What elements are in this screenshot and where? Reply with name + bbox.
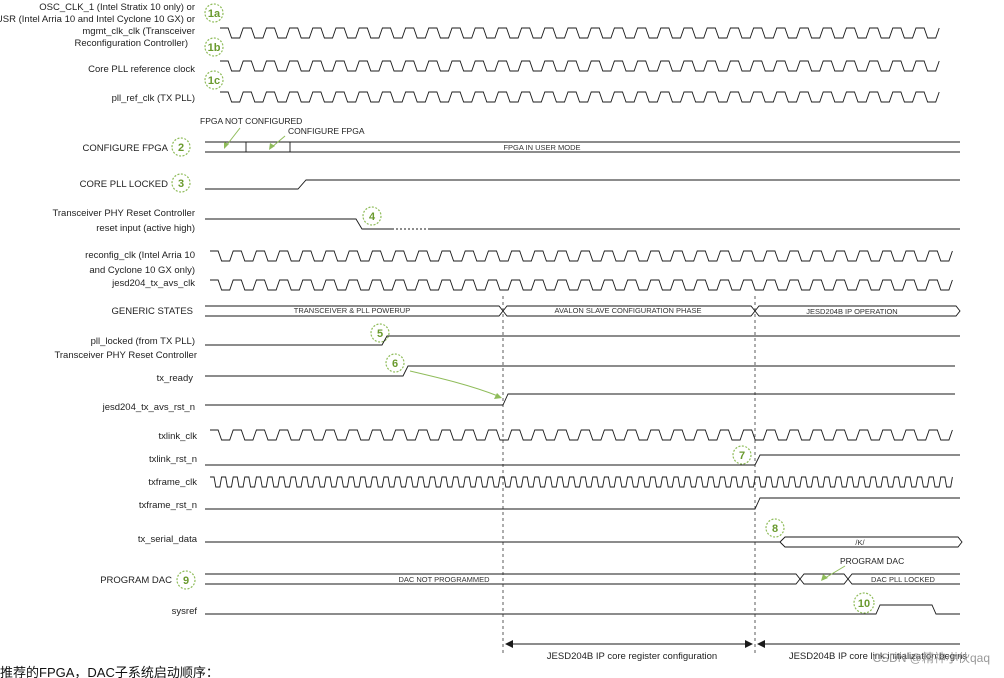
signal-label-txlink-rst-n: txlink_rst_n xyxy=(149,454,197,465)
phase-label-register-config: JESD204B IP core register configuration xyxy=(547,651,717,662)
arrowhead-configure xyxy=(269,143,275,150)
clock-trace xyxy=(210,429,953,441)
clock-trace xyxy=(210,279,953,291)
tx-avs-rst-n-waveform xyxy=(205,393,955,406)
signal-label-txframe-rst-n: txframe_rst_n xyxy=(139,500,197,511)
footer-caption: 推荐的FPGA，DAC子系统启动顺序： xyxy=(0,665,219,678)
timing-diagram-svg: OSC_CLK_1 (Intel Stratix 10 only) or CLK… xyxy=(0,2,990,678)
svg-text:4: 4 xyxy=(369,211,376,223)
core-pll-locked-waveform xyxy=(205,179,960,190)
phy-reset-waveform xyxy=(205,218,392,230)
step-badge-7: 7 xyxy=(732,445,752,465)
tx-avs-clk-waveform xyxy=(210,279,953,291)
phase-arrow-register-config xyxy=(505,640,753,648)
svg-text:1c: 1c xyxy=(208,75,220,87)
step-badge-1a: 1a xyxy=(204,3,224,23)
txlink-clk-waveform xyxy=(210,429,953,441)
signal-label-tx-avs-rst-n: jesd204_tx_avs_rst_n xyxy=(102,402,195,413)
step-badge-5: 5 xyxy=(370,323,390,343)
signal-label-core-pll-locked: CORE PLL LOCKED xyxy=(80,179,168,190)
arrow-step-6 xyxy=(409,370,499,397)
svg-text:1b: 1b xyxy=(208,42,221,54)
svg-text:1a: 1a xyxy=(208,8,221,20)
clock-trace xyxy=(220,27,940,39)
program-dac-bus xyxy=(205,573,960,585)
signal-label-tx-ready: tx_ready xyxy=(157,373,194,384)
state-avalon-config: AVALON SLAVE CONFIGURATION PHASE xyxy=(555,306,702,315)
state-dac-pll-locked: DAC PLL LOCKED xyxy=(871,575,935,584)
signal-label-configure-fpga: CONFIGURE FPGA xyxy=(82,143,168,154)
pll-ref-clk-waveform xyxy=(220,91,940,103)
svg-text:8: 8 xyxy=(772,523,778,535)
step-badge-1b: 1b xyxy=(204,37,224,57)
watermark: CSDN @精神小伙qaq xyxy=(872,651,990,665)
signal-label-pll-locked: pll_locked (from TX PLL) xyxy=(91,336,195,347)
arrow-program-dac xyxy=(824,565,846,579)
state-configure-fpga: CONFIGURE FPGA xyxy=(288,126,365,136)
signal-label-reconfig-1: reconfig_clk (Intel Arria 10 xyxy=(85,250,195,261)
signal-label-phy-reset-1: Transceiver PHY Reset Controller xyxy=(52,208,195,219)
signal-label-txlink-clk: txlink_clk xyxy=(158,431,197,442)
clock-trace xyxy=(210,476,953,488)
signal-label-tx-serial-data: tx_serial_data xyxy=(138,534,198,545)
svg-text:2: 2 xyxy=(178,142,184,154)
step-badge-10: 10 xyxy=(853,592,875,614)
signal-label-osc-4: Reconfiguration Controller) xyxy=(74,38,188,49)
clock-trace xyxy=(210,250,953,262)
tx-ready-waveform xyxy=(205,365,955,377)
step-badge-4: 4 xyxy=(362,206,382,226)
state-powerup: TRANSCEIVER & PLL POWERUP xyxy=(294,306,410,315)
step-badge-1c: 1c xyxy=(204,70,224,90)
txframe-rst-n-waveform xyxy=(205,497,960,510)
signal-label-generic-states: GENERIC STATES xyxy=(112,306,193,317)
svg-text:10: 10 xyxy=(858,598,870,610)
svg-text:3: 3 xyxy=(178,178,184,190)
phase-arrow-link-init xyxy=(757,640,960,648)
svg-text:6: 6 xyxy=(392,358,398,370)
step-badge-2: 2 xyxy=(171,137,191,157)
signal-label-sysref: sysref xyxy=(172,606,198,617)
txlink-rst-n-waveform xyxy=(205,454,960,466)
reconfig-clk-waveform xyxy=(210,250,953,262)
clock-trace xyxy=(220,60,940,72)
signal-label-phy-reset-2: reset input (active high) xyxy=(96,223,195,234)
arrow-not-configured xyxy=(225,127,241,147)
state-fpga-not-configured: FPGA NOT CONFIGURED xyxy=(200,116,302,126)
step-badge-9: 9 xyxy=(176,570,196,590)
signal-label-program-dac: PROGRAM DAC xyxy=(100,575,172,586)
step-badge-3: 3 xyxy=(171,173,191,193)
pll-locked-waveform xyxy=(205,335,960,346)
signal-label-osc-2: CLKUSR (Intel Arria 10 and Intel Cyclone… xyxy=(0,14,195,25)
arrowhead-step-6 xyxy=(494,393,502,399)
osc-clk-waveform xyxy=(220,27,940,39)
state-jesd-operation: JESD204B IP OPERATION xyxy=(806,307,897,316)
arrowhead-program-dac xyxy=(821,574,828,581)
signal-label-reconfig-2: and Cyclone 10 GX only) xyxy=(89,265,195,276)
step-badge-6: 6 xyxy=(385,353,405,373)
core-pll-ref-clk-waveform xyxy=(220,60,940,72)
svg-text:5: 5 xyxy=(377,328,383,340)
signal-label-osc-1: OSC_CLK_1 (Intel Stratix 10 only) or xyxy=(39,2,195,13)
arrow-configure xyxy=(271,135,286,148)
clock-trace xyxy=(220,91,940,103)
txframe-clk-waveform xyxy=(210,476,953,488)
configure-fpga-waveform xyxy=(205,141,960,153)
signal-label-core-pll-ref: Core PLL reference clock xyxy=(88,64,195,75)
timing-diagram: OSC_CLK_1 (Intel Stratix 10 only) or CLK… xyxy=(0,0,1004,678)
signal-label-osc-3: mgmt_clk_clk (Transceiver xyxy=(82,26,195,37)
tx-serial-data-waveform xyxy=(205,536,963,548)
signal-label-tx-avs-clk: jesd204_tx_avs_clk xyxy=(111,278,195,289)
svg-text:9: 9 xyxy=(183,575,189,587)
state-program-dac: PROGRAM DAC xyxy=(840,556,904,566)
signal-label-phy-reset-ctrl: Transceiver PHY Reset Controller xyxy=(54,350,197,361)
svg-text:7: 7 xyxy=(739,450,745,462)
sysref-waveform xyxy=(205,604,960,615)
signal-label-pll-ref-clk: pll_ref_clk (TX PLL) xyxy=(112,93,195,104)
state-k-char: /K/ xyxy=(855,538,865,547)
state-fpga-user-mode: FPGA IN USER MODE xyxy=(503,143,580,152)
signal-label-txframe-clk: txframe_clk xyxy=(148,477,197,488)
state-dac-not-programmed: DAC NOT PROGRAMMED xyxy=(398,575,490,584)
step-badge-8: 8 xyxy=(765,518,785,538)
